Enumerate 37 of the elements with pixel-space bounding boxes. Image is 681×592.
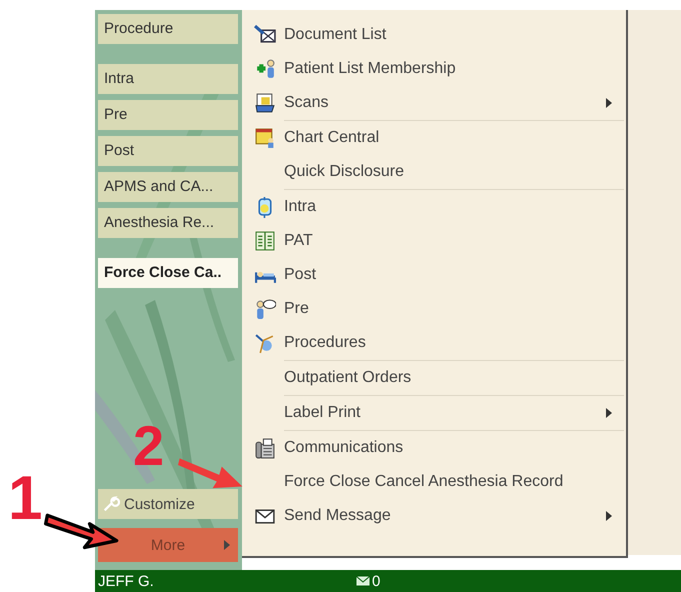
- caret-icon: [224, 540, 230, 550]
- window-person-icon: [254, 127, 276, 149]
- annotation-number: 1: [8, 468, 42, 530]
- sidebar-item[interactable]: APMS and CA...: [98, 172, 238, 202]
- menu-item[interactable]: Document List: [246, 18, 624, 52]
- menu-item[interactable]: Pre: [246, 292, 624, 326]
- person-speech-icon: [254, 298, 276, 320]
- book-icon: [254, 230, 276, 252]
- envelope-icon: [356, 576, 370, 586]
- message-count: 0: [372, 572, 380, 590]
- sidebar-item[interactable]: Procedure: [98, 14, 238, 44]
- sidebar-item[interactable]: Pre: [98, 100, 238, 130]
- fax-icon: [254, 437, 276, 459]
- sidebar-item[interactable]: Post: [98, 136, 238, 166]
- menu-item[interactable]: PAT: [246, 224, 624, 258]
- user-name: JEFF G.: [98, 572, 155, 590]
- annotation-number: 2: [133, 418, 164, 474]
- menu-item[interactable]: Intra: [246, 190, 624, 224]
- sidebar-item[interactable]: Force Close Ca..: [98, 258, 238, 288]
- menu-item[interactable]: Send Message: [246, 499, 624, 533]
- wrench-icon: [102, 495, 120, 513]
- menu-item[interactable]: Scans: [246, 86, 624, 120]
- person-plus-icon: [254, 58, 276, 80]
- menu-item[interactable]: Procedures: [246, 326, 624, 360]
- sidebar-item[interactable]: Intra: [98, 64, 238, 94]
- scanner-icon: [254, 92, 276, 114]
- sidebar-item[interactable]: Anesthesia Re...: [98, 208, 238, 238]
- menu-item[interactable]: Post: [246, 258, 624, 292]
- menu-item[interactable]: Quick Disclosure: [246, 155, 624, 189]
- menu-item[interactable]: Patient List Membership: [246, 52, 624, 86]
- customize-button[interactable]: Customize: [98, 489, 238, 519]
- menu-item[interactable]: Chart Central: [246, 121, 624, 155]
- menu-item[interactable]: Label Print: [246, 396, 624, 430]
- menu-item[interactable]: Outpatient Orders: [246, 361, 624, 395]
- person-tools-icon: [254, 332, 276, 354]
- menu-item[interactable]: Communications: [246, 431, 624, 465]
- menu-item[interactable]: Force Close Cancel Anesthesia Record: [246, 465, 624, 499]
